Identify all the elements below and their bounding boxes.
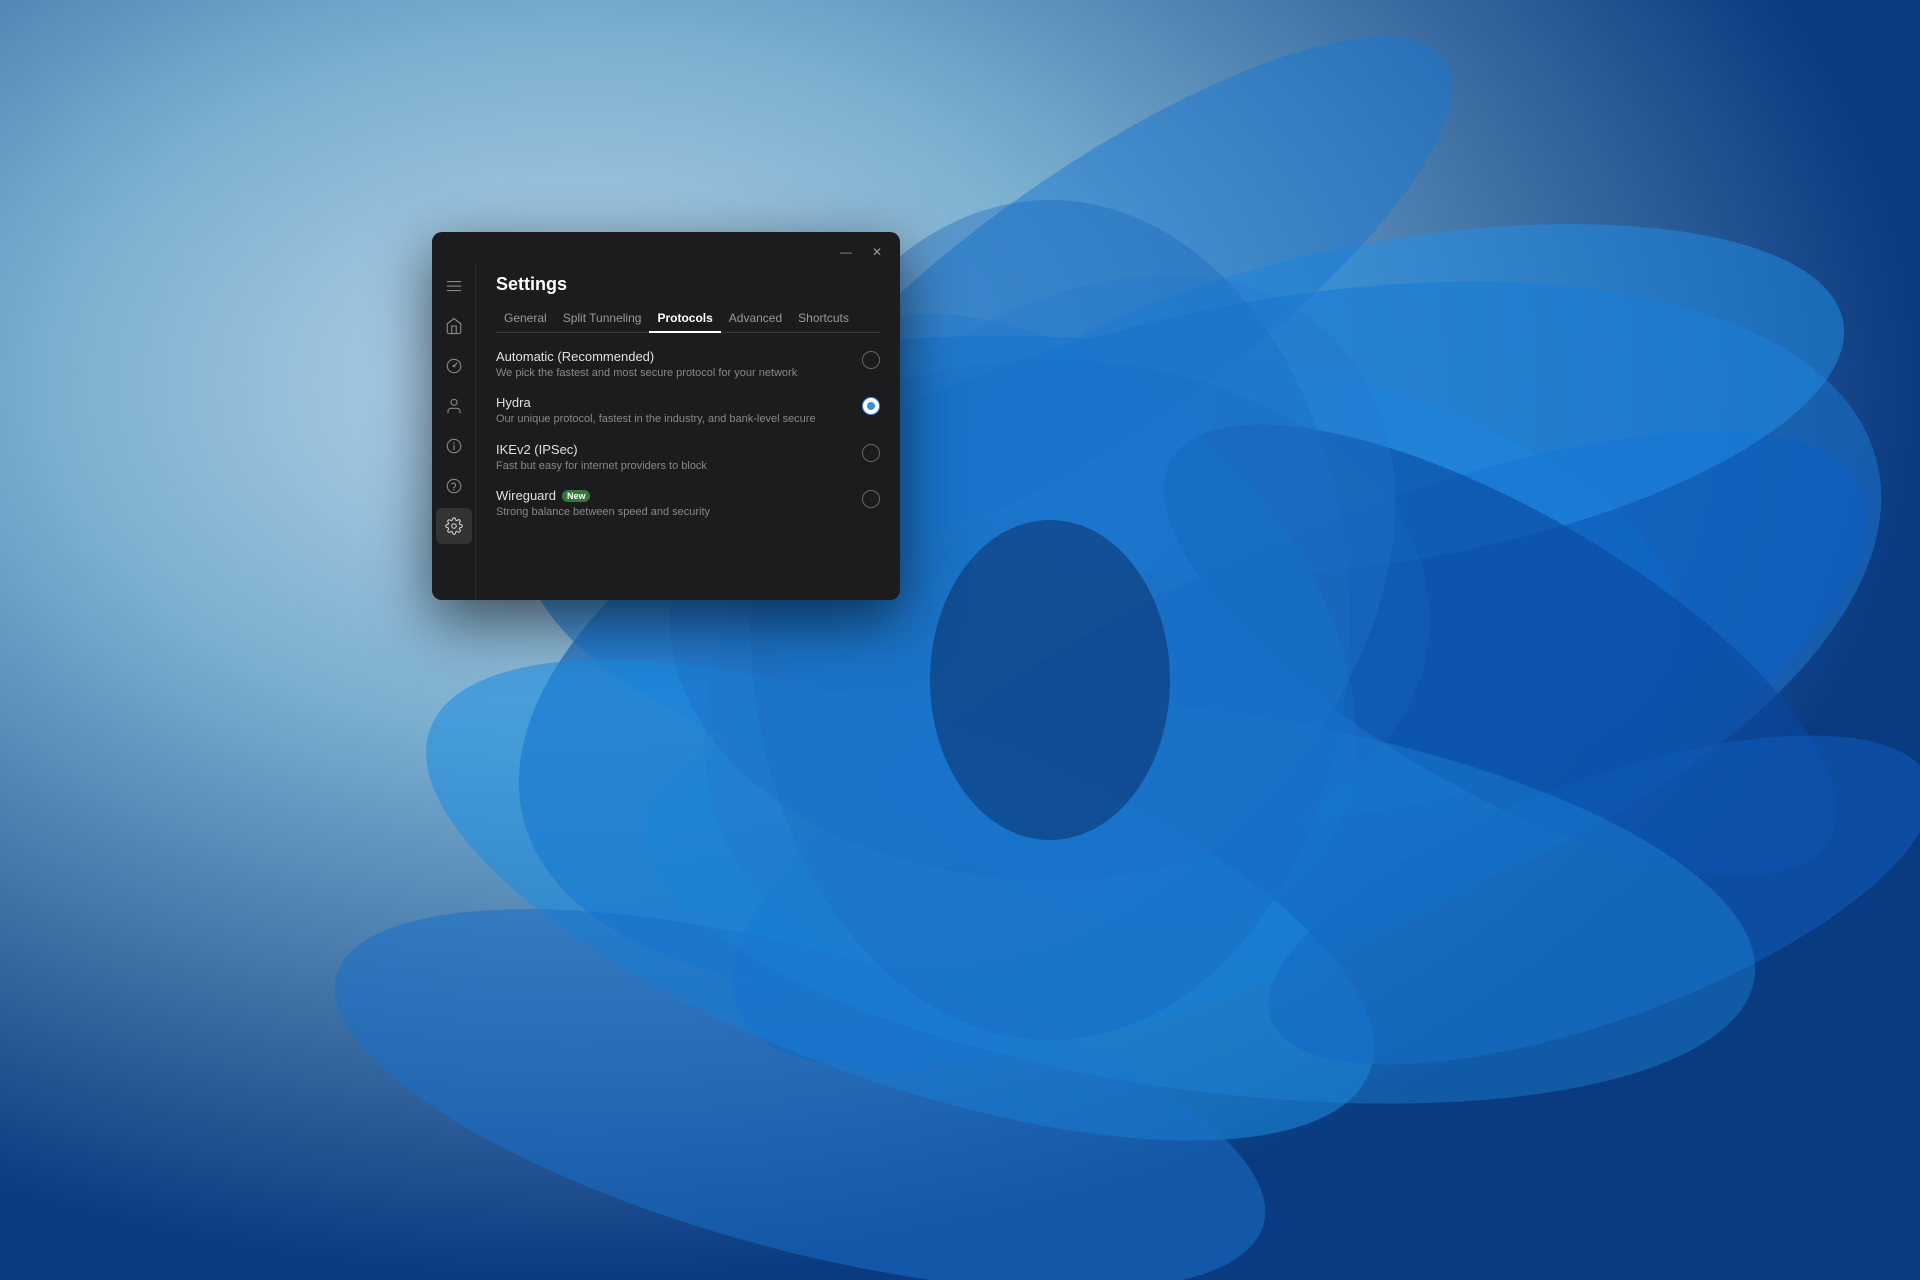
sidebar <box>432 264 476 600</box>
sidebar-icon-home[interactable] <box>436 308 472 344</box>
info-icon <box>445 437 463 455</box>
window-body: Settings General Split Tunneling Protoco… <box>432 264 900 600</box>
radio-ikev2[interactable] <box>862 444 880 462</box>
sidebar-icon-speed[interactable] <box>436 348 472 384</box>
speed-icon <box>445 357 463 375</box>
settings-icon <box>445 517 463 535</box>
protocols-list: Automatic (Recommended) We pick the fast… <box>496 349 880 580</box>
tab-advanced[interactable]: Advanced <box>721 305 790 333</box>
protocol-wireguard[interactable]: Wireguard New Strong balance between spe… <box>496 488 880 520</box>
tabs-bar: General Split Tunneling Protocols Advanc… <box>496 305 880 333</box>
protocol-automatic[interactable]: Automatic (Recommended) We pick the fast… <box>496 349 880 381</box>
title-bar: — ✕ <box>432 232 900 264</box>
page-title: Settings <box>496 264 880 305</box>
tab-general[interactable]: General <box>496 305 555 333</box>
user-icon <box>445 397 463 415</box>
sidebar-icon-settings[interactable] <box>436 508 472 544</box>
tab-split-tunneling[interactable]: Split Tunneling <box>555 305 650 333</box>
settings-window: — ✕ <box>432 232 900 600</box>
protocol-hydra[interactable]: Hydra Our unique protocol, fastest in th… <box>496 395 880 427</box>
main-content: Settings General Split Tunneling Protoco… <box>476 264 900 600</box>
wallpaper-svg <box>0 0 1920 1280</box>
new-badge: New <box>562 490 591 502</box>
home-icon <box>445 317 463 335</box>
desktop-background <box>0 0 1920 1280</box>
protocol-ikev2[interactable]: IKEv2 (IPSec) Fast but easy for internet… <box>496 442 880 474</box>
radio-automatic[interactable] <box>862 351 880 369</box>
sidebar-icon-info[interactable] <box>436 428 472 464</box>
help-icon <box>445 477 463 495</box>
tab-shortcuts[interactable]: Shortcuts <box>790 305 857 333</box>
minimize-button[interactable]: — <box>834 244 858 260</box>
tab-protocols[interactable]: Protocols <box>649 305 720 333</box>
window-controls: — ✕ <box>834 244 888 260</box>
radio-hydra[interactable] <box>862 397 880 415</box>
sidebar-icon-help[interactable] <box>436 468 472 504</box>
close-button[interactable]: ✕ <box>866 244 888 260</box>
sidebar-icon-user[interactable] <box>436 388 472 424</box>
menu-icon <box>445 277 463 295</box>
sidebar-icon-menu[interactable] <box>436 268 472 304</box>
radio-wireguard[interactable] <box>862 490 880 508</box>
